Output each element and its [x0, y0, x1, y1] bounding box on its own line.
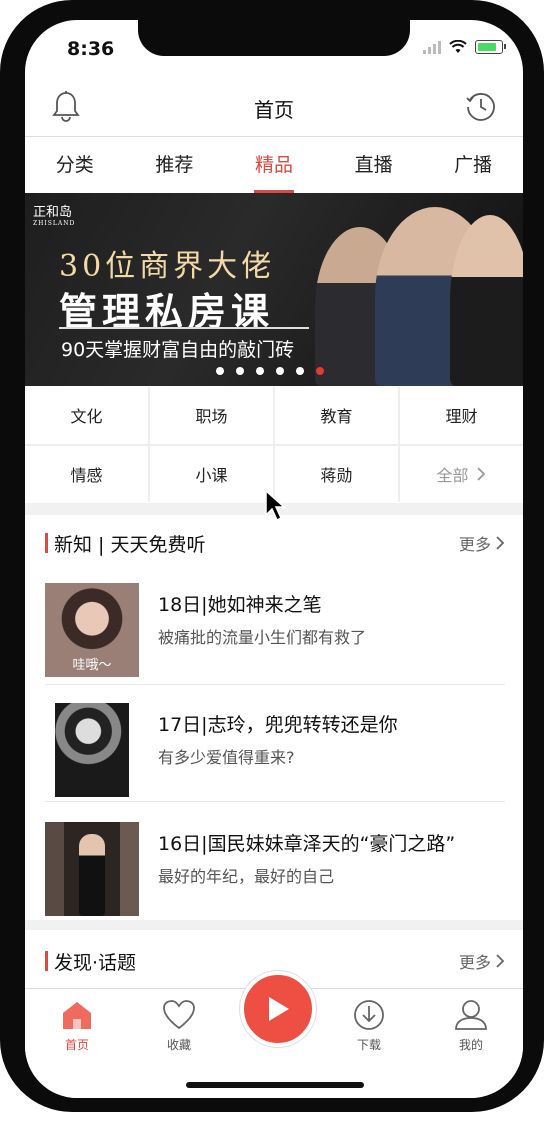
pagination-dot[interactable]: [256, 367, 264, 375]
tabbar-download[interactable]: 下载: [329, 999, 409, 1053]
pagination-dot[interactable]: [276, 367, 284, 375]
chevron-right-icon: [496, 954, 505, 968]
section-title: 发现·话题: [45, 948, 136, 975]
tab-fenlei[interactable]: 分类: [25, 137, 125, 193]
category-grid: 文化 职场 教育 理财 情感 小课 蒋勋 全部: [25, 387, 523, 502]
thumbnail-image: [55, 703, 129, 797]
category-licai[interactable]: 理财: [400, 387, 523, 444]
item-subtitle: 被痛批的流量小生们都有救了: [158, 628, 367, 647]
page-title: 首页: [254, 98, 294, 122]
item-title: 17日|志玲，兜兜转转还是你: [158, 714, 398, 736]
category-xiaoke[interactable]: 小课: [150, 445, 273, 502]
banner-person-right: [450, 215, 523, 386]
tabbar-label: 我的: [458, 1038, 483, 1052]
tab-zhibo[interactable]: 直播: [324, 137, 424, 193]
item-title: 18日|她如神来之笔: [158, 594, 322, 616]
download-icon: [354, 1000, 384, 1030]
thumbnail-figure: [79, 834, 105, 916]
device-notch: [138, 20, 410, 56]
category-jiaoyu[interactable]: 教育: [275, 387, 398, 444]
more-link[interactable]: 更多: [459, 949, 505, 973]
category-jiangxun[interactable]: 蒋勋: [275, 445, 398, 502]
tab-jingpin[interactable]: 精品: [224, 137, 324, 193]
tabbar-favorites[interactable]: 收藏: [139, 999, 219, 1053]
tabbar-label: 首页: [64, 1038, 89, 1052]
chevron-right-icon: [476, 467, 485, 481]
status-icons: [423, 40, 506, 54]
user-icon: [455, 1000, 487, 1030]
banner-pagination: [216, 367, 324, 375]
category-zhichang[interactable]: 职场: [150, 387, 273, 444]
banner-divider: [59, 327, 309, 329]
item-subtitle: 最好的年纪，最好的自己: [158, 867, 335, 886]
tab-guangbo[interactable]: 广播: [423, 137, 523, 193]
tabbar-label: 下载: [356, 1038, 381, 1052]
phone-frame: 8:36 首页 分类 推荐 精品 直播 广播 正和岛 ZHISLAND 30位商…: [0, 0, 544, 1112]
section-header-xinzhi: 新知 | 天天免费听 更多: [45, 528, 505, 558]
app-screen: 8:36 首页 分类 推荐 精品 直播 广播 正和岛 ZHISLAND 30位商…: [25, 20, 523, 1098]
brand-logo: 正和岛 ZHISLAND: [33, 205, 76, 227]
list-item[interactable]: 17日|志玲，兜兜转转还是你 有多少爱值得重来?: [45, 698, 505, 808]
category-qinggan[interactable]: 情感: [25, 445, 148, 502]
play-button[interactable]: [240, 971, 316, 1047]
section-gap: [25, 920, 523, 930]
top-header: 首页: [25, 76, 523, 137]
history-clock-icon[interactable]: [465, 90, 497, 122]
more-label: 更多: [458, 953, 491, 972]
signal-icon: [423, 40, 441, 54]
thumbnail-caption: 哇哦～: [72, 658, 112, 673]
pagination-dot[interactable]: [296, 367, 304, 375]
home-icon: [63, 1002, 91, 1029]
pagination-dot[interactable]: [216, 367, 224, 375]
category-wenhua[interactable]: 文化: [25, 387, 148, 444]
thumbnail-image: [45, 822, 139, 916]
heart-icon: [163, 1000, 195, 1030]
status-time: 8:36: [67, 38, 115, 60]
banner-subtitle: 90天掌握财富自由的敲门砖: [61, 339, 295, 361]
tabbar-home[interactable]: 首页: [37, 999, 117, 1053]
category-tabs: 分类 推荐 精品 直播 广播: [25, 137, 523, 193]
tabbar-label: 收藏: [166, 1038, 191, 1052]
pagination-dot[interactable]: [236, 367, 244, 375]
item-title: 16日|国民妹妹章泽天的“豪门之路”: [158, 833, 456, 855]
list-item[interactable]: 16日|国民妹妹章泽天的“豪门之路” 最好的年纪，最好的自己: [45, 817, 505, 927]
tab-tuijian[interactable]: 推荐: [125, 137, 225, 193]
chevron-right-icon: [496, 536, 505, 550]
battery-icon: [475, 40, 506, 54]
list-item[interactable]: 哇哦～ 18日|她如神来之笔 被痛批的流量小生们都有救了: [45, 578, 505, 688]
divider: [45, 801, 505, 802]
banner-headline: 30位商界大佬: [59, 249, 276, 284]
divider: [45, 684, 505, 685]
category-all[interactable]: 全部: [400, 445, 523, 502]
mouse-cursor-icon: [265, 489, 286, 522]
more-label: 更多: [458, 535, 491, 554]
play-icon: [269, 997, 289, 1021]
item-subtitle: 有多少爱值得重来?: [158, 748, 295, 767]
more-link[interactable]: 更多: [459, 531, 505, 555]
section-title: 新知 | 天天免费听: [45, 530, 205, 557]
home-indicator: [186, 1082, 364, 1088]
tabbar-profile[interactable]: 我的: [431, 999, 511, 1053]
wifi-icon: [449, 40, 467, 53]
category-all-label: 全部: [436, 465, 469, 485]
pagination-dot-active[interactable]: [316, 367, 324, 375]
promo-banner[interactable]: 正和岛 ZHISLAND 30位商界大佬 管理私房课 90天掌握财富自由的敲门砖: [25, 193, 523, 386]
thumbnail-image: 哇哦～: [45, 583, 139, 677]
